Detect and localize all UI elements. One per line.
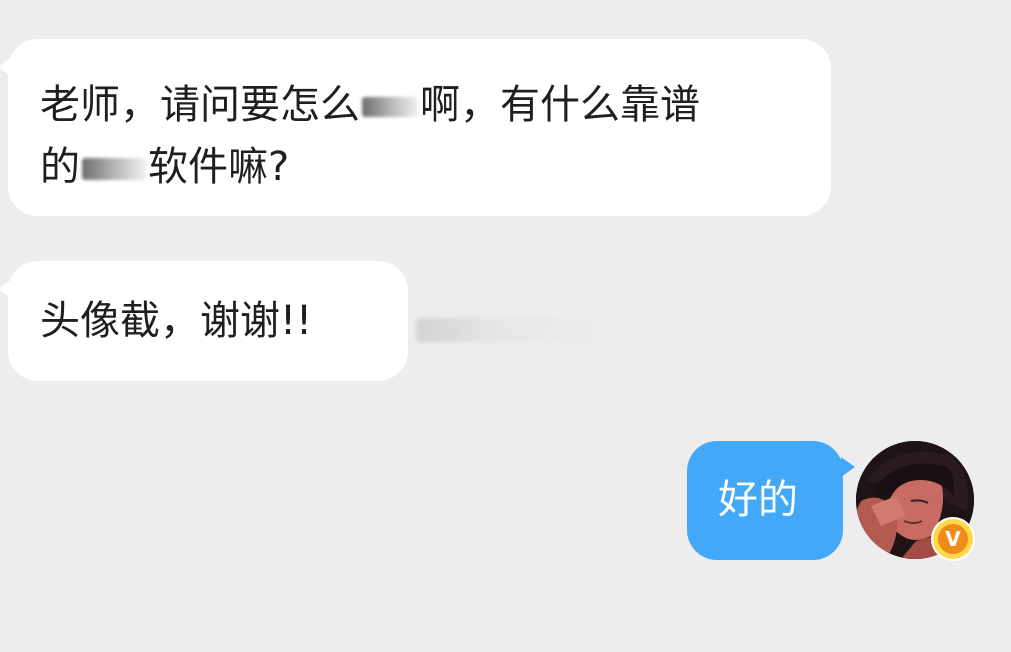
message-text: 的 (40, 144, 80, 190)
message-text: 啊，有什么靠谱 (420, 82, 700, 128)
verified-badge-letter: V (938, 524, 968, 554)
redacted-text (82, 158, 146, 180)
message-line: 的 软件嘛? (40, 136, 799, 198)
outgoing-message-bubble[interactable]: 好的 (687, 441, 855, 560)
message-text: 好的 (718, 477, 798, 523)
incoming-message-bubble[interactable]: 老师，请问要怎么 啊，有什么靠谱 的 软件嘛? (0, 39, 831, 216)
message-text: 老师，请问要怎么 (40, 82, 360, 128)
message-text: 头像截，谢谢!! (40, 298, 313, 344)
message-line: 老师，请问要怎么 啊，有什么靠谱 (40, 74, 799, 136)
redacted-text (416, 318, 592, 342)
incoming-message-bubble[interactable]: 头像截，谢谢!! (0, 261, 408, 381)
message-text: 软件嘛? (148, 144, 290, 190)
redacted-text (362, 97, 418, 117)
verified-badge-icon: V (933, 519, 973, 559)
